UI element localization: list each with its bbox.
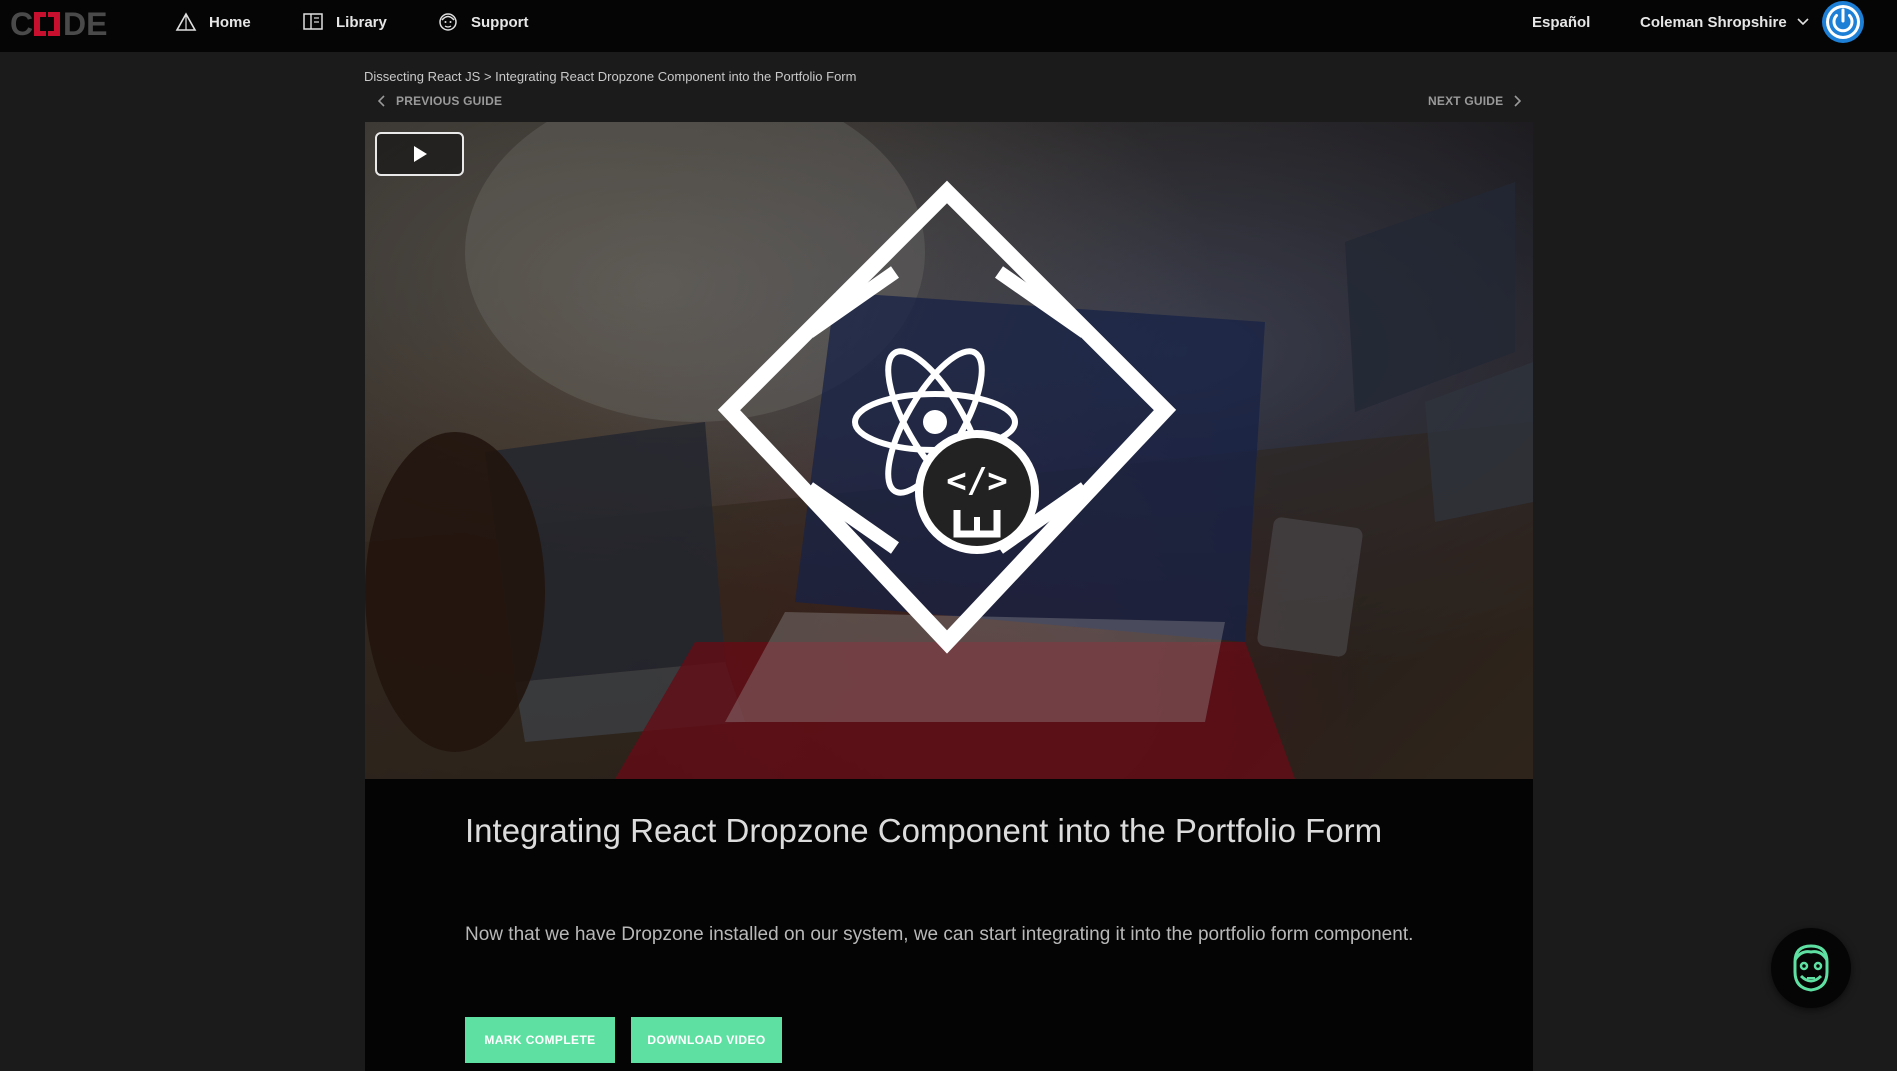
nav-support[interactable]: Support	[437, 0, 529, 44]
logo[interactable]: C DE	[10, 6, 128, 42]
chat-support-button[interactable]	[1771, 928, 1851, 1008]
book-icon	[303, 13, 323, 30]
avatar[interactable]	[1820, 0, 1866, 44]
guide-content-panel: Integrating React Dropzone Component int…	[365, 779, 1533, 1071]
svg-text:C: C	[10, 7, 33, 39]
previous-guide-label: PREVIOUS GUIDE	[396, 94, 503, 108]
next-guide-label: NEXT GUIDE	[1428, 94, 1504, 108]
breadcrumb-parent-link[interactable]: Dissecting React JS	[364, 69, 480, 84]
svg-text:DE: DE	[63, 7, 107, 39]
nav-home-label: Home	[209, 13, 251, 31]
nav-library-label: Library	[336, 13, 387, 31]
svg-text:</>: </>	[946, 461, 1007, 501]
video-thumbnail: </>	[365, 122, 1533, 779]
breadcrumb-separator: >	[480, 69, 496, 84]
nav-support-label: Support	[471, 13, 529, 31]
breadcrumb-current: Integrating React Dropzone Component int…	[495, 69, 857, 84]
download-video-button[interactable]: DOWNLOAD VIDEO	[631, 1017, 782, 1063]
code-logo-icon: C DE	[10, 6, 107, 42]
next-guide-link[interactable]: NEXT GUIDE	[1428, 94, 1522, 108]
video-player[interactable]: </>	[365, 122, 1533, 779]
page-title: Integrating React Dropzone Component int…	[465, 812, 1383, 849]
breadcrumb: Dissecting React JS > Integrating React …	[364, 69, 856, 84]
mark-complete-button[interactable]: MARK COMPLETE	[465, 1017, 615, 1063]
previous-guide-link[interactable]: PREVIOUS GUIDE	[378, 94, 502, 108]
chat-bot-face-icon	[1793, 944, 1829, 992]
guide-description: Now that we have Dropzone installed on o…	[465, 924, 1414, 945]
support-icon	[439, 13, 457, 31]
play-button[interactable]	[375, 132, 464, 176]
language-toggle[interactable]: Español	[1532, 0, 1590, 44]
top-navigation-bar: C DE Home Library Support Español Colema…	[0, 0, 1897, 52]
chevron-right-icon	[1514, 95, 1522, 107]
play-icon	[413, 146, 427, 162]
user-menu[interactable]: Coleman Shropshire	[1640, 0, 1809, 44]
nav-home[interactable]: Home	[175, 0, 251, 44]
user-name: Coleman Shropshire	[1640, 13, 1787, 31]
chevron-left-icon	[378, 95, 385, 107]
nav-library[interactable]: Library	[302, 0, 387, 44]
home-icon	[175, 12, 197, 31]
power-icon	[1822, 1, 1864, 43]
chevron-down-icon	[1797, 18, 1809, 26]
